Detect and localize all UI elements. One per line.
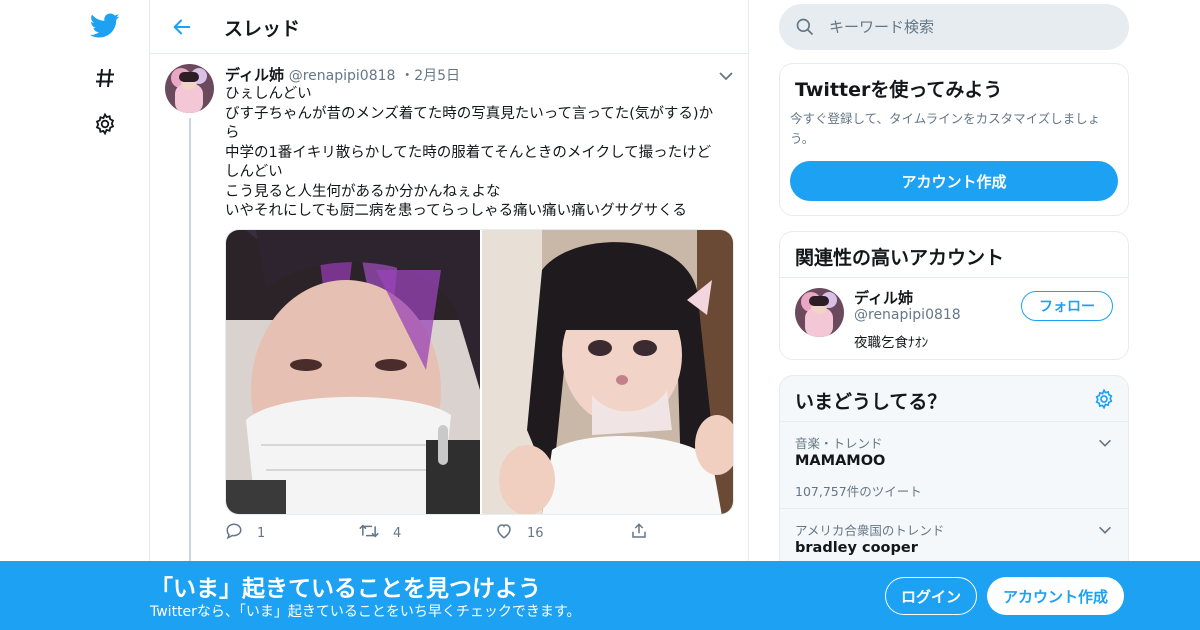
gear-icon[interactable] — [1093, 388, 1115, 410]
separator-dot: ・ — [400, 68, 415, 84]
share-button[interactable] — [630, 522, 648, 544]
avatar[interactable] — [165, 64, 214, 113]
tweet-actions: 1 4 16 — [225, 522, 725, 544]
banner-create-account-button[interactable]: アカウント作成 — [987, 577, 1124, 615]
tweet-text-line: こう見ると人生何があるか分かんねぇよな — [225, 183, 501, 200]
heart-icon — [495, 522, 513, 544]
left-nav — [80, 0, 130, 630]
retweet-icon — [359, 522, 379, 544]
search-bar[interactable] — [779, 4, 1129, 50]
tweet-media — [225, 229, 734, 515]
twitter-bird-icon[interactable] — [90, 11, 120, 41]
tweet-text-line: しんどい — [225, 164, 283, 180]
page-title: スレッド — [224, 18, 301, 40]
try-twitter-card: Twitterを使ってみよう 今すぐ登録して、タイムラインをカスタマイズしましょ… — [779, 63, 1129, 216]
like-button[interactable]: 16 — [495, 522, 544, 544]
related-account-bio: 夜職乞食ﾅｵﾝ — [854, 335, 929, 351]
divider — [780, 277, 1128, 278]
reply-count: 1 — [257, 525, 266, 541]
trend-context: 音楽・トレンド — [795, 436, 883, 451]
related-account-handle[interactable]: @renapipi0818 — [854, 307, 961, 323]
tweet[interactable]: ディル姉 @renapipi0818 ・2月5日 ひぇしんどい びす子ちゃんが昔… — [150, 54, 748, 630]
tweet-text-line: 中学の1番イキリ散らかしてた時の服着てそんときのメイクして撮ったけど — [225, 144, 712, 161]
banner-title: 「いま」起きていることを見つけよう — [150, 576, 541, 602]
trend-tweet-count: 107,757件のツイート — [795, 484, 922, 499]
reply-button[interactable]: 1 — [225, 522, 265, 544]
banner-subtitle: Twitterなら、「いま」起きていることをいち早くチェックできます。 — [150, 604, 581, 620]
tweet-header: ディル姉 @renapipi0818 ・2月5日 — [225, 64, 460, 85]
avatar[interactable] — [795, 288, 844, 337]
signup-banner: 「いま」起きていることを見つけよう Twitterなら、「いま」起きていることを… — [0, 561, 1200, 630]
related-accounts-card: 関連性の高いアカウント ディル姉 @renapipi0818 夜職乞食ﾅｵﾝ フ… — [779, 231, 1129, 360]
chevron-down-icon[interactable] — [1096, 521, 1114, 539]
thread-header: スレッド — [150, 0, 748, 54]
tweet-text: ひぇしんどい びす子ちゃんが昔のメンズ着てた時の写真見たいって言ってた(気がする… — [225, 85, 735, 222]
chevron-down-icon[interactable] — [1096, 434, 1114, 452]
chevron-down-icon[interactable] — [716, 66, 736, 86]
login-button[interactable]: ログイン — [885, 577, 977, 615]
follow-button[interactable]: フォロー — [1021, 291, 1113, 321]
tweet-photo-1[interactable] — [226, 230, 480, 514]
trend-name: bradley cooper — [795, 540, 918, 556]
try-card-description: 今すぐ登録して、タイムラインをカスタマイズしましょう。 — [790, 111, 1101, 146]
search-icon — [795, 17, 815, 41]
tweet-text-line: ひぇしんどい — [225, 86, 312, 102]
reply-icon — [225, 522, 243, 544]
thread-column: スレッド ディル姉 @renapipi0818 ・2月5日 ひぇしんどい びす子… — [149, 0, 749, 630]
thread-connector-line — [189, 118, 191, 630]
like-count: 16 — [527, 525, 544, 541]
related-card-title: 関連性の高いアカウント — [795, 247, 1005, 269]
trend-item[interactable]: 音楽・トレンド MAMAMOO 107,757件のツイート — [780, 422, 1128, 508]
trend-context: アメリカ合衆国のトレンド — [795, 523, 945, 538]
retweet-button[interactable]: 4 — [359, 522, 401, 544]
tweet-date[interactable]: 2月5日 — [414, 68, 460, 84]
tweet-text-line: びす子ちゃんが昔のメンズ着てた時の写真見たいって言ってた(気がする)か — [225, 105, 714, 122]
tweet-author-name[interactable]: ディル姉 — [225, 66, 284, 84]
create-account-button[interactable]: アカウント作成 — [790, 161, 1118, 201]
trend-name: MAMAMOO — [795, 453, 886, 469]
gear-icon[interactable] — [90, 109, 120, 139]
retweet-count: 4 — [393, 525, 402, 541]
hashtag-icon[interactable] — [90, 63, 120, 93]
tweet-text-line: ら — [225, 125, 240, 141]
tweet-text-line: いやそれにしても厨二病を患ってらっしゃる痛い痛い痛いグサグサくる — [225, 203, 687, 219]
share-icon — [630, 522, 648, 544]
related-account-name[interactable]: ディル姉 — [854, 287, 913, 308]
search-input[interactable] — [829, 12, 1109, 42]
tweet-photo-2[interactable] — [482, 230, 733, 514]
tweet-author-handle[interactable]: @renapipi0818 — [289, 68, 396, 84]
trends-card-title: いまどうしてる？ — [795, 391, 947, 413]
back-arrow-icon[interactable] — [168, 13, 196, 41]
try-card-title: Twitterを使ってみよう — [795, 79, 1003, 101]
